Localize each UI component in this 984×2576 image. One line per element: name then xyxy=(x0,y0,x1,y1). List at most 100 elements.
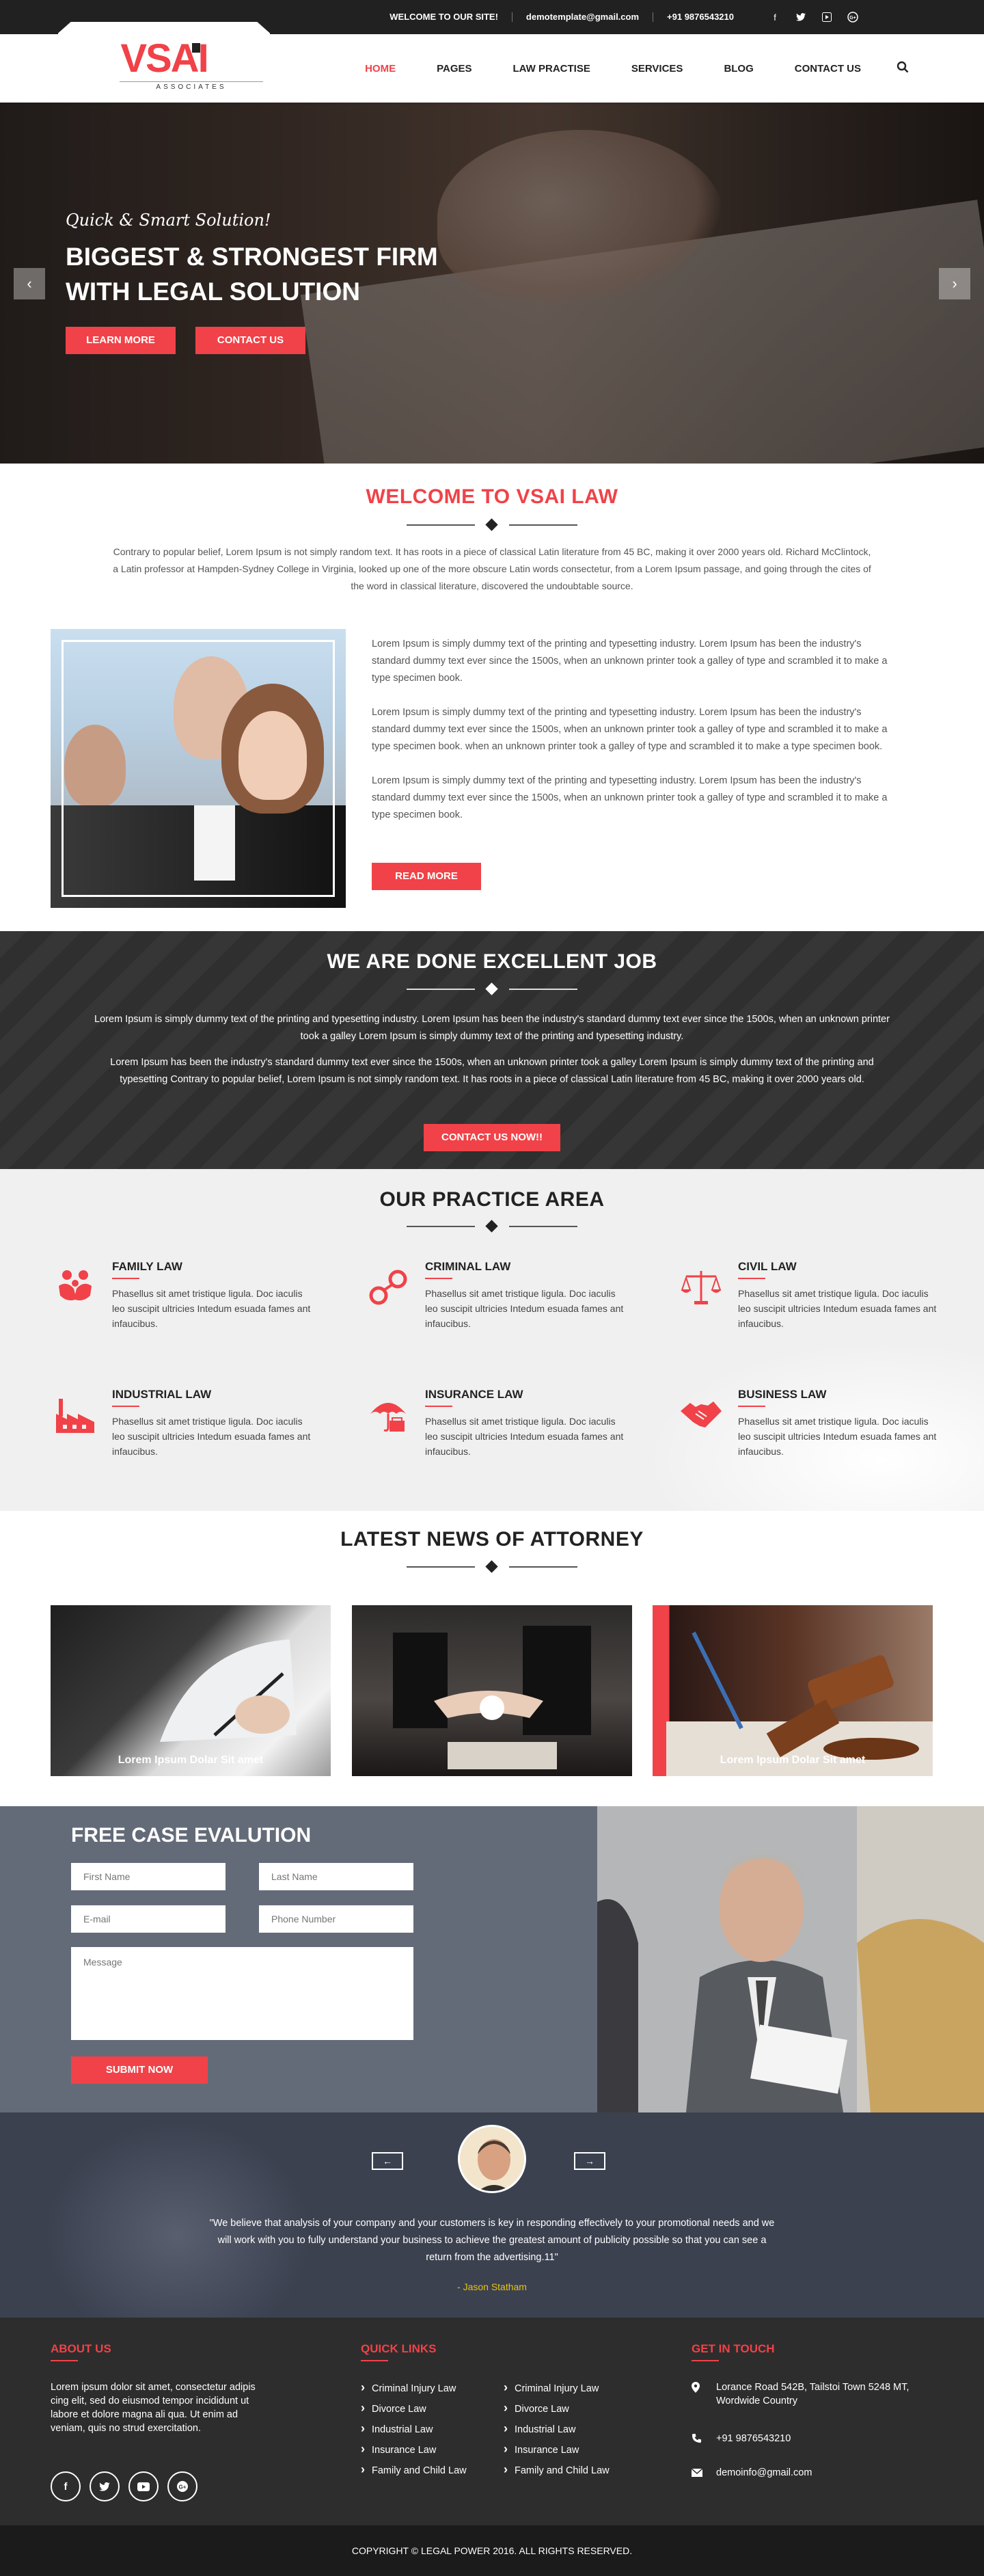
section-divider xyxy=(407,1560,577,1573)
google-plus-icon[interactable]: G+ xyxy=(846,10,860,24)
free-case-form: FREE CASE EVALUTION SUBMIT NOW xyxy=(0,1806,597,2112)
footer-link[interactable]: Family and Child Law xyxy=(361,2463,497,2483)
testimonial-quote: "We believe that analysis of your compan… xyxy=(209,2218,775,2263)
excellent-title: WE ARE DONE EXCELLENT JOB xyxy=(327,950,657,973)
news-card[interactable] xyxy=(352,1605,632,1776)
umbrella-icon xyxy=(364,1391,413,1440)
message-field[interactable] xyxy=(71,1947,413,2040)
news-caption: Lorem Ipsum Dolar Sit amet xyxy=(118,1754,264,1766)
contact-us-now-button[interactable]: CONTACT US NOW!! xyxy=(424,1124,560,1151)
testimonial-author: - Jason Statham xyxy=(457,2281,527,2292)
factory-icon xyxy=(51,1391,100,1440)
testimonial-section: ← → "We believe that analysis of your co… xyxy=(0,2112,984,2318)
news-title: LATEST NEWS OF ATTORNEY xyxy=(340,1528,644,1551)
practice-title: OUR PRACTICE AREA xyxy=(379,1188,605,1211)
google-plus-icon[interactable]: G+ xyxy=(167,2471,197,2501)
testimonial-avatar xyxy=(458,2125,526,2193)
about-paragraph: Lorem Ipsum is simply dummy text of the … xyxy=(372,639,888,684)
footer-links-title: QUICK LINKS xyxy=(361,2342,437,2355)
family-icon xyxy=(51,1263,100,1312)
footer-link[interactable]: Industrial Law xyxy=(361,2421,497,2442)
testimonial-prev-icon[interactable]: ← xyxy=(372,2152,403,2170)
nav-contact-us[interactable]: CONTACT US xyxy=(774,63,882,75)
footer-link[interactable]: Industrial Law xyxy=(504,2421,640,2442)
practice-area-section: OUR PRACTICE AREA FAMILY LAW Phasellus s… xyxy=(0,1169,984,1511)
nav-blog[interactable]: BLOG xyxy=(703,63,774,75)
footer-social: f G+ xyxy=(51,2471,197,2501)
welcome-text: WELCOME TO OUR SITE! xyxy=(376,12,512,22)
facebook-icon[interactable]: f xyxy=(51,2471,81,2501)
section-divider xyxy=(407,518,577,531)
topbar-phone[interactable]: +91 9876543210 xyxy=(653,12,748,22)
excellent-text-1: Lorem Ipsum is simply dummy text of the … xyxy=(94,1014,890,1042)
about-text: Lorem Ipsum is simply dummy text of the … xyxy=(372,636,891,841)
footer-contact-title: GET IN TOUCH xyxy=(692,2342,775,2355)
hero-slider: Quick & Smart Solution! BIGGEST & STRONG… xyxy=(0,103,984,464)
twitter-icon[interactable] xyxy=(794,10,808,24)
handcuffs-icon xyxy=(364,1263,413,1312)
hero-tagline: Quick & Smart Solution! xyxy=(66,211,271,230)
first-name-field[interactable] xyxy=(71,1863,226,1890)
news-card[interactable]: Lorem Ipsum Dolar Sit amet xyxy=(51,1605,331,1776)
topbar-email[interactable]: demotemplate@gmail.com xyxy=(512,12,654,22)
section-divider xyxy=(407,1220,577,1233)
slider-next-icon[interactable]: › xyxy=(939,268,970,299)
logo-subtitle: ASSOCIATES xyxy=(120,81,263,91)
phone-icon xyxy=(692,2433,705,2447)
twitter-icon[interactable] xyxy=(90,2471,120,2501)
welcome-title: WELCOME TO VSAI LAW xyxy=(366,485,618,508)
location-pin-icon xyxy=(692,2382,705,2397)
svg-text:G+: G+ xyxy=(179,2484,187,2491)
search-icon[interactable] xyxy=(882,61,909,77)
phone-field[interactable] xyxy=(259,1905,413,1933)
news-card[interactable]: Lorem Ipsum Dolar Sit amet xyxy=(653,1605,933,1776)
submit-button[interactable]: SUBMIT NOW xyxy=(71,2056,208,2084)
footer-links-col1: Criminal Injury Law Divorce Law Industri… xyxy=(361,2380,497,2483)
footer-link[interactable]: Family and Child Law xyxy=(504,2463,640,2483)
email-field[interactable] xyxy=(71,1905,226,1933)
hero-title: BIGGEST & STRONGEST FIRM WITH LEGAL SOLU… xyxy=(66,243,438,306)
free-case-title: FREE CASE EVALUTION xyxy=(71,1824,312,1847)
scales-icon xyxy=(676,1263,726,1312)
footer-link[interactable]: Insurance Law xyxy=(361,2442,497,2463)
youtube-icon[interactable] xyxy=(820,10,834,24)
slider-prev-icon[interactable]: ‹ xyxy=(14,268,45,299)
vsai-logo-mark: VSAI xyxy=(120,36,208,81)
nav-law-practise[interactable]: LAW PRACTISE xyxy=(493,63,611,75)
last-name-field[interactable] xyxy=(259,1863,413,1890)
testimonial-next-icon[interactable]: → xyxy=(574,2152,605,2170)
footer-about-text: Lorem ipsum dolor sit amet, consectetur … xyxy=(51,2382,256,2434)
footer-link[interactable]: Criminal Injury Law xyxy=(361,2380,497,2401)
about-paragraph: Lorem Ipsum is simply dummy text of the … xyxy=(372,775,888,820)
copyright-bar: COPYRIGHT © LEGAL POWER 2016. ALL RIGHTS… xyxy=(0,2525,984,2576)
welcome-intro: Contrary to popular belief, Lorem Ipsum … xyxy=(113,546,871,591)
nav-services[interactable]: SERVICES xyxy=(611,63,704,75)
excellent-job-section: WE ARE DONE EXCELLENT JOB Lorem Ipsum is… xyxy=(0,931,984,1169)
team-photo xyxy=(51,629,346,908)
footer-link[interactable]: Divorce Law xyxy=(504,2401,640,2421)
envelope-icon xyxy=(691,2467,705,2481)
handshake-icon xyxy=(676,1391,726,1440)
footer-about-title: ABOUT US xyxy=(51,2342,111,2355)
news-caption: Lorem Ipsum Dolar Sit amet xyxy=(720,1754,866,1766)
footer-link[interactable]: Criminal Injury Law xyxy=(504,2380,640,2401)
nav-home[interactable]: HOME xyxy=(344,63,416,75)
hero-contact-button[interactable]: CONTACT US xyxy=(195,327,305,354)
footer-links-col2: Criminal Injury Law Divorce Law Industri… xyxy=(504,2380,640,2483)
logo-tab: VSAI ASSOCIATES xyxy=(58,22,270,103)
about-paragraph: Lorem Ipsum is simply dummy text of the … xyxy=(372,707,888,752)
youtube-icon[interactable] xyxy=(128,2471,159,2501)
read-more-button[interactable]: READ MORE xyxy=(372,863,481,890)
site-footer: ABOUT US Lorem ipsum dolor sit amet, con… xyxy=(0,2318,984,2525)
attorney-photo xyxy=(597,1806,984,2112)
nav-pages[interactable]: PAGES xyxy=(416,63,492,75)
site-logo[interactable]: VSAI ASSOCIATES xyxy=(85,36,263,91)
footer-link[interactable]: Insurance Law xyxy=(504,2442,640,2463)
learn-more-button[interactable]: LEARN MORE xyxy=(66,327,176,354)
facebook-icon[interactable]: f xyxy=(768,10,782,24)
main-nav: HOME PAGES LAW PRACTISE SERVICES BLOG CO… xyxy=(344,34,909,103)
footer-link[interactable]: Divorce Law xyxy=(361,2401,497,2421)
section-divider xyxy=(407,982,577,995)
excellent-text-2: Lorem Ipsum has been the industry's stan… xyxy=(110,1057,874,1085)
svg-text:G+: G+ xyxy=(849,16,856,21)
